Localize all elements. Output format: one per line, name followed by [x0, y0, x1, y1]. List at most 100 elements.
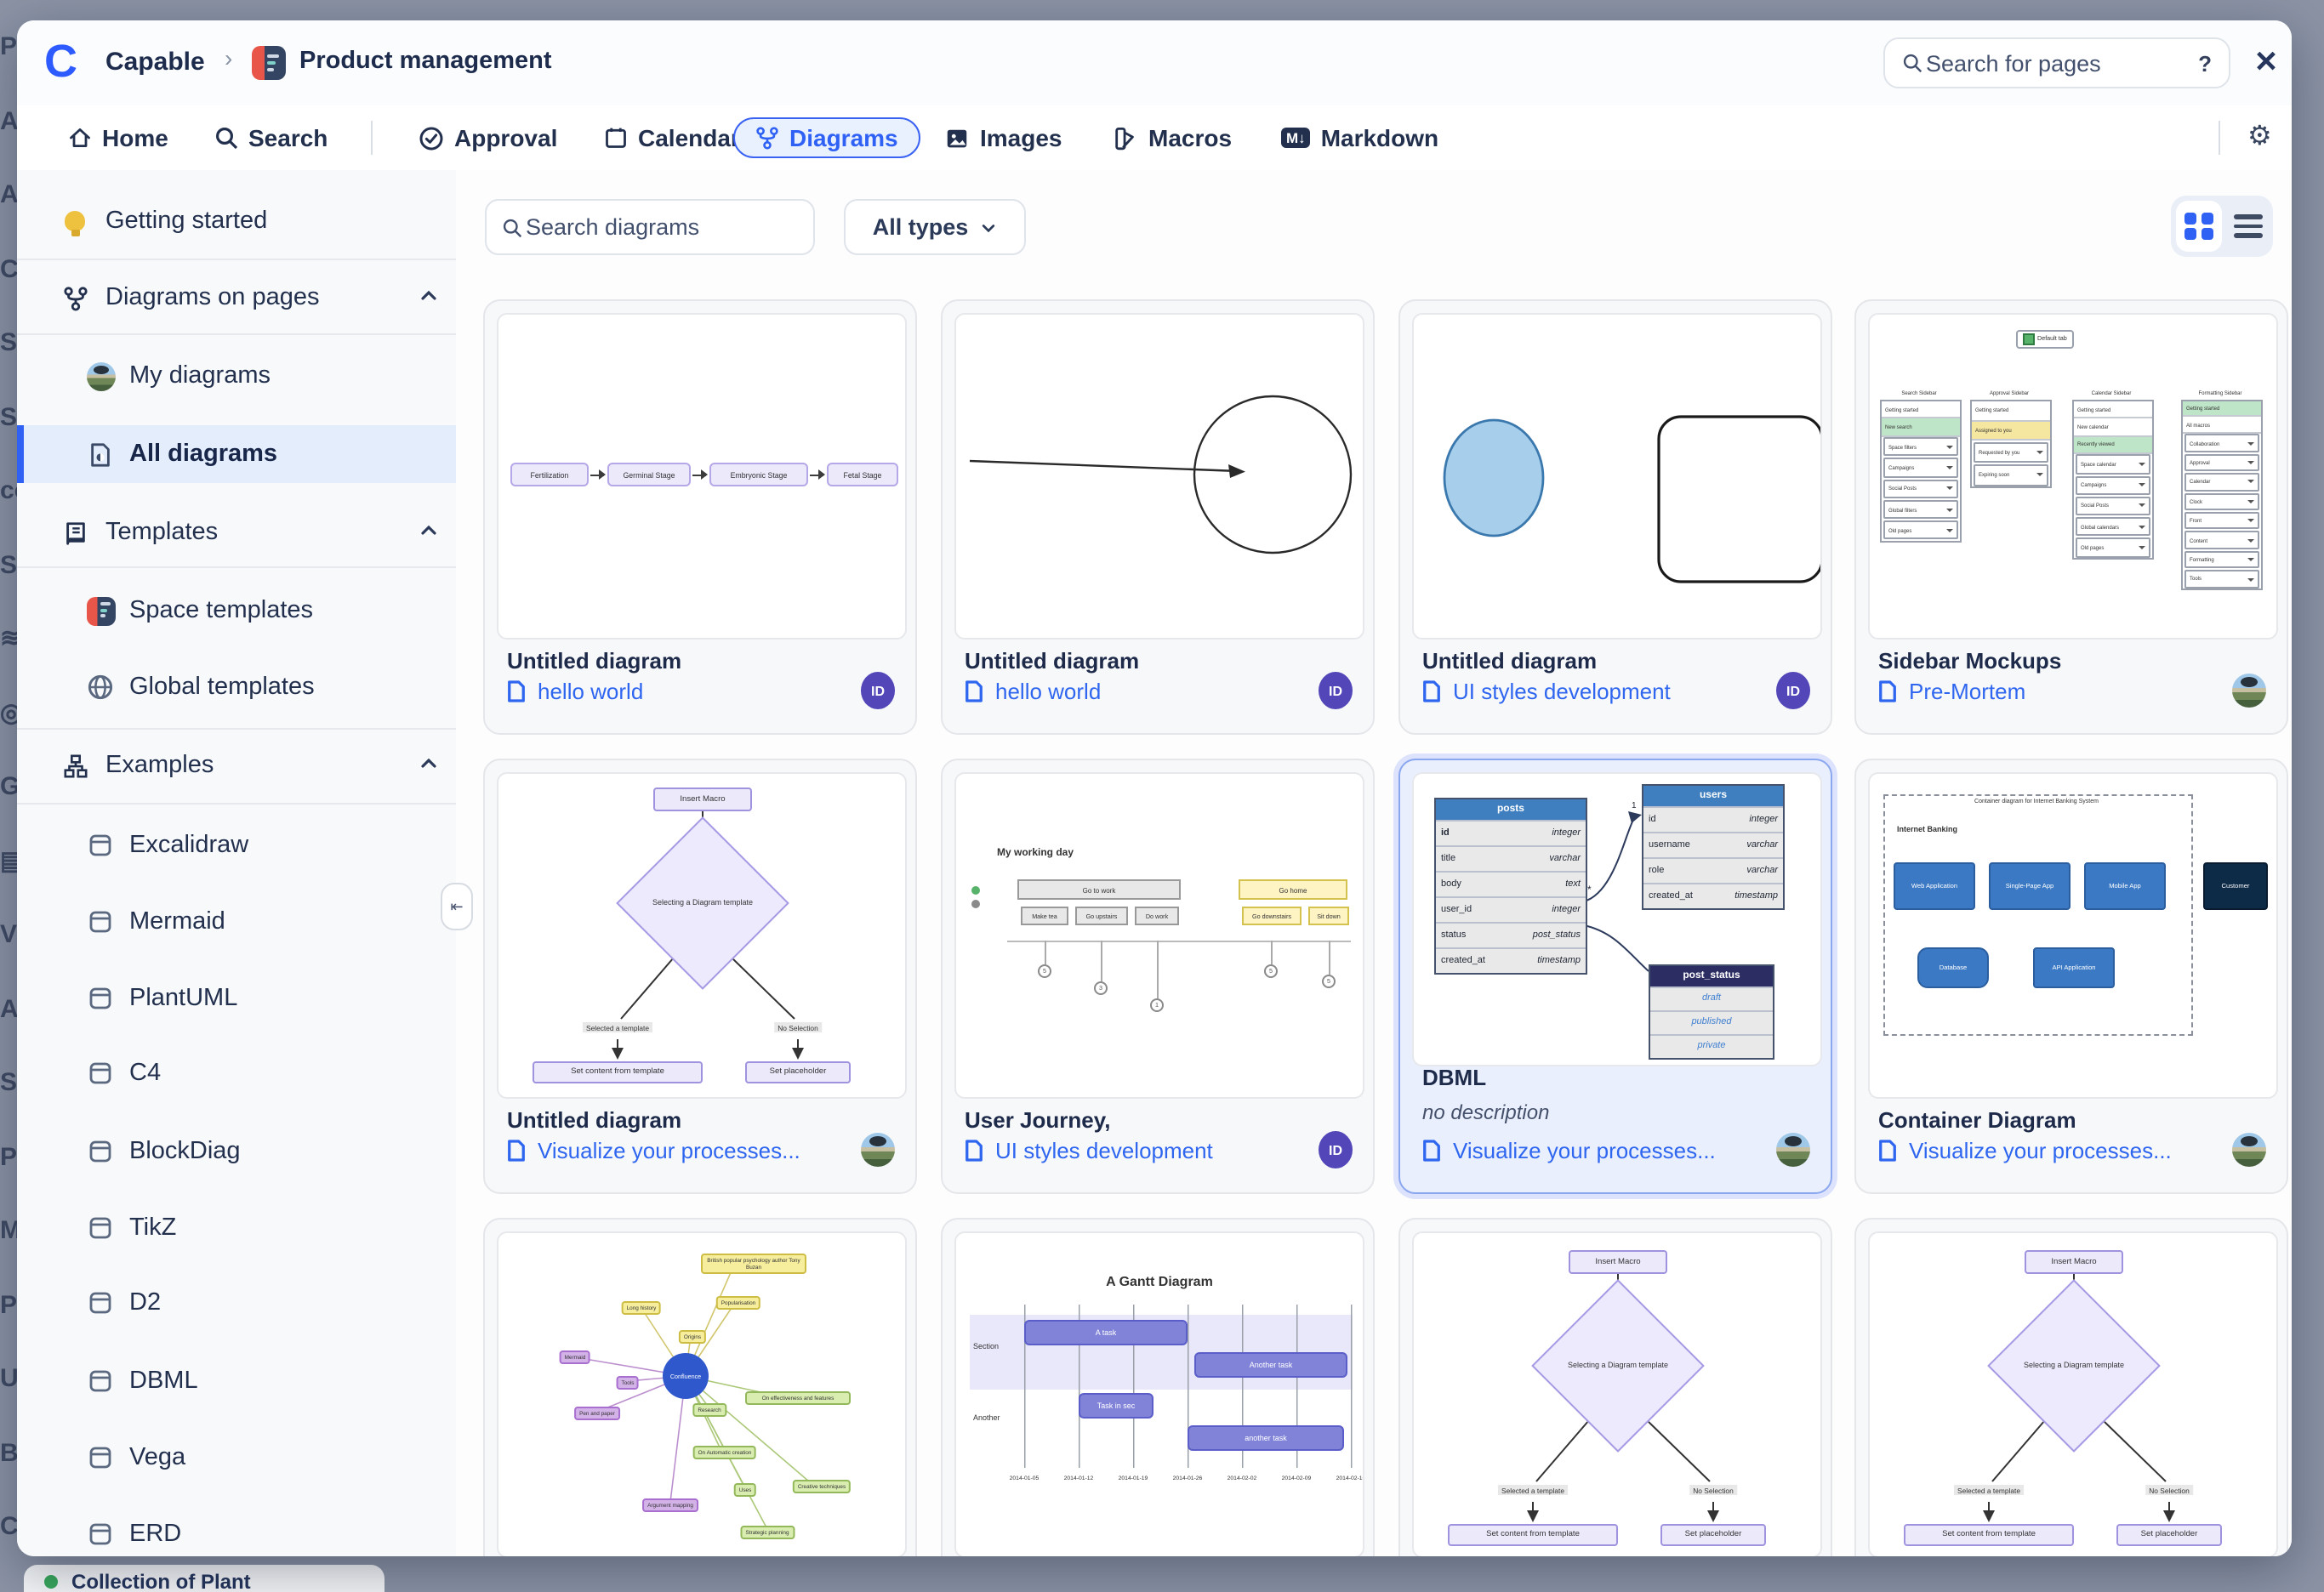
shapes-sketch — [1414, 315, 1820, 634]
window-icon — [85, 1136, 116, 1167]
sidebar-section-diagrams-on-pages[interactable]: Diagrams on pages — [17, 269, 456, 327]
card-page-link[interactable]: Visualize your processes... — [1422, 1138, 1716, 1163]
sidebar-item-global-templates[interactable]: Global templates — [17, 658, 456, 716]
mockup-panel: Getting started Assigned to you Requeste… — [1970, 400, 2052, 488]
diagram-card[interactable]: Untitled diagram hello world ID — [941, 299, 1375, 735]
mockup-panel: Getting started New search Space filters… — [1880, 400, 1962, 543]
sidebar-item-dbml[interactable]: DBML — [17, 1352, 456, 1410]
tab-markdown[interactable]: M↓ Markdown — [1281, 105, 1438, 170]
sidebar-item-erd[interactable]: ERD — [17, 1505, 456, 1556]
window-icon — [85, 830, 116, 861]
card-page-link[interactable]: hello world — [965, 679, 1101, 704]
chevron-up-icon[interactable] — [419, 286, 439, 306]
card-page-link[interactable]: hello world — [507, 679, 643, 704]
card-page-link[interactable]: UI styles development — [965, 1138, 1213, 1163]
tab-search[interactable]: Search — [214, 105, 328, 170]
card-page-link[interactable]: Visualize your processes... — [1878, 1138, 2172, 1163]
sidebar-item-my-diagrams[interactable]: My diagrams — [17, 347, 456, 405]
tab-home[interactable]: Home — [68, 105, 168, 170]
diagram-card[interactable]: Fertilization Germinal Stage Embryonic S… — [483, 299, 917, 735]
diagram-thumbnail: My working day Go to work Go home Make t… — [954, 772, 1364, 1099]
card-title: Untitled diagram — [1422, 648, 1597, 674]
chevron-up-icon[interactable] — [419, 520, 439, 541]
diagram-thumbnail: British popular psychology author Tony B… — [497, 1231, 907, 1556]
card-page-link[interactable]: UI styles development — [1422, 679, 1671, 704]
sidebar-section-templates[interactable]: Templates — [17, 503, 456, 561]
diagram-card[interactable]: Container diagram for Internet Banking S… — [1854, 759, 2288, 1194]
modal-header: C Capable › Product management ? ✕ — [17, 20, 2292, 107]
grid-view-button[interactable] — [2176, 201, 2222, 252]
card-page-link[interactable]: Pre-Mortem — [1878, 679, 2025, 704]
card-title: Untitled diagram — [507, 1107, 681, 1133]
dbml-table-post-status: post_status draft published private — [1649, 964, 1774, 1060]
window-icon — [85, 1058, 116, 1089]
type-filter-dropdown[interactable]: All types — [844, 199, 1026, 255]
sidebar-section-examples[interactable]: Examples — [17, 736, 456, 794]
tab-macros[interactable]: Macros — [1113, 105, 1232, 170]
sidebar-item-blockdiag[interactable]: BlockDiag — [17, 1123, 456, 1180]
sidebar-item-mermaid[interactable]: Mermaid — [17, 893, 456, 951]
tab-divider — [2219, 121, 2220, 155]
diagram-thumbnail: Fertilization Germinal Stage Embryonic S… — [497, 313, 907, 640]
diagram-card[interactable]: A Gantt Diagram Section Another A task A… — [941, 1218, 1375, 1556]
diagram-card[interactable]: Insert Macro Selecting a Diagram templat… — [1398, 1218, 1832, 1556]
card-title: User Journey, — [965, 1107, 1111, 1133]
page-icon — [1878, 680, 1897, 702]
id-badge: ID — [861, 672, 895, 709]
window-icon — [85, 1519, 116, 1549]
sidebar-item-plantuml[interactable]: PlantUML — [17, 969, 456, 1027]
sidebar-item-excalidraw[interactable]: Excalidraw — [17, 816, 456, 874]
sidebar-item-vega[interactable]: Vega — [17, 1429, 456, 1487]
diagram-card[interactable]: Insert Macro Selecting a Diagram templat… — [1854, 1218, 2288, 1556]
avatar — [1776, 1133, 1810, 1167]
sidebar-item-tikz[interactable]: TikZ — [17, 1199, 456, 1257]
sidebar-item-getting-started[interactable]: Getting started — [17, 192, 456, 250]
tab-diagrams-active[interactable]: Diagrams — [733, 117, 920, 158]
background-page-label: Collection of Plant — [71, 1570, 251, 1592]
book-icon — [60, 517, 90, 548]
page-icon — [965, 1140, 983, 1162]
tab-images[interactable]: Images — [944, 105, 1062, 170]
settings-gear-icon[interactable]: ⚙ — [2247, 119, 2272, 153]
diagram-card-selected[interactable]: posts idinteger titlevarchar bodytext us… — [1398, 759, 1832, 1194]
diagram-card[interactable]: Default tab Search Sidebar Approval Side… — [1854, 299, 2288, 735]
close-icon[interactable]: ✕ — [2247, 44, 2285, 82]
search-icon — [214, 126, 238, 150]
card-title: Sidebar Mockups — [1878, 648, 2061, 674]
default-tab-chip: Default tab — [2016, 330, 2074, 348]
tab-bar: Home Search Approval Calendar Diagrams — [17, 105, 2292, 172]
page-icon — [1422, 680, 1441, 702]
diagram-search-box[interactable] — [485, 199, 815, 255]
list-view-button[interactable] — [2229, 201, 2268, 252]
diagram-thumbnail: posts idinteger titlevarchar bodytext us… — [1412, 772, 1822, 1066]
sidebar-item-d2[interactable]: D2 — [17, 1274, 456, 1332]
macros-icon — [1113, 125, 1138, 151]
window-icon — [85, 907, 116, 937]
diagram-thumbnail: Container diagram for Internet Banking S… — [1868, 772, 2278, 1099]
diagram-card[interactable]: My working day Go to work Go home Make t… — [941, 759, 1375, 1194]
sidebar-item-all-diagrams[interactable]: All diagrams — [17, 425, 456, 483]
tab-approval[interactable]: Approval — [419, 105, 557, 170]
page-search-box[interactable]: ? — [1883, 37, 2230, 88]
diagram-thumbnail: Insert Macro Selecting a Diagram templat… — [1868, 1231, 2278, 1556]
breadcrumb-page-title[interactable]: Product management — [299, 48, 552, 75]
chevron-up-icon[interactable] — [419, 753, 439, 774]
tab-calendar[interactable]: Calendar — [604, 105, 740, 170]
workspace-name[interactable]: Capable — [105, 48, 205, 77]
card-page-link[interactable]: Visualize your processes... — [507, 1138, 800, 1163]
diagrams-branch-icon — [60, 282, 90, 313]
sidebar-collapse-button[interactable]: ⇤ — [441, 883, 473, 930]
diagram-card[interactable]: Insert Macro Selecting a Diagram templat… — [483, 759, 917, 1194]
capable-logo-icon[interactable]: C — [44, 39, 90, 85]
diagram-card[interactable]: British popular psychology author Tony B… — [483, 1218, 917, 1556]
diagram-search-input[interactable] — [522, 213, 798, 242]
card-title: Container Diagram — [1878, 1107, 2076, 1133]
window-icon — [85, 1288, 116, 1318]
page-search-input[interactable] — [1922, 48, 2198, 77]
status-dot-icon — [44, 1575, 58, 1589]
sidebar-item-c4[interactable]: C4 — [17, 1044, 456, 1102]
calendar-icon — [604, 126, 628, 150]
diagram-gallery: All types Fertilization Germinal Stage E… — [456, 170, 2292, 1556]
sidebar-item-space-templates[interactable]: Space templates — [17, 582, 456, 640]
diagram-card[interactable]: Untitled diagram UI styles development I… — [1398, 299, 1832, 735]
